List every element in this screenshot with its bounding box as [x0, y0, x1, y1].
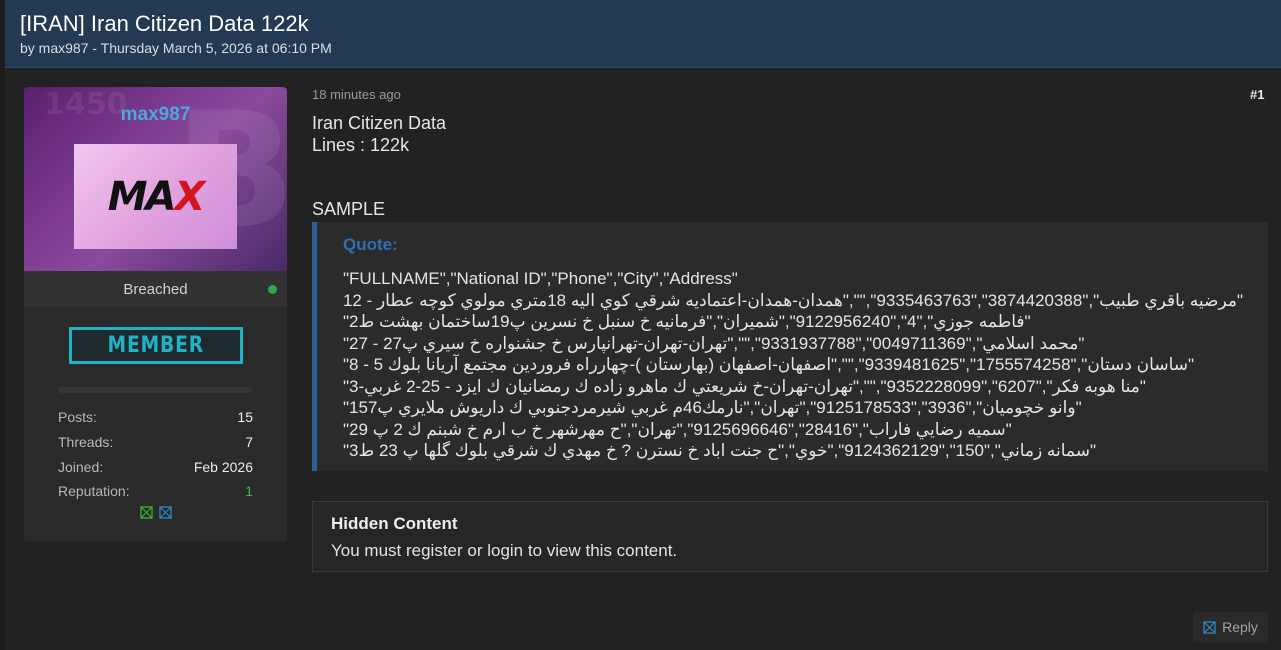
quote-lines: "FULLNAME","National ID","Phone","City",… — [343, 268, 1243, 462]
hidden-content-title: Hidden Content — [331, 514, 458, 533]
user-card: B 1450 max987 MAX Breached MEMBER Posts:… — [24, 87, 287, 542]
thread-title: [IRAN] Iran Citizen Data 122k — [20, 11, 309, 36]
quote-row: "محمد اسلامي","0049711369","9331937788",… — [343, 333, 1085, 353]
post-number[interactable]: #1 — [1250, 87, 1264, 102]
stat-row-posts: Posts: 15 — [58, 409, 253, 426]
stat-row-threads: Threads: 7 — [58, 434, 253, 451]
user-stats: Posts: 15 Threads: 7 Joined: Feb 2026 Re… — [58, 405, 253, 504]
user-contact-icons — [24, 506, 287, 519]
reply-icon — [1203, 620, 1216, 634]
quote-row: "مرضيه باقري طبيب","3874420388","9335463… — [343, 290, 1243, 310]
avatar-text: MAX — [107, 173, 206, 220]
quote-row: "فاطمه جوزي","4","9122956240","شميران","… — [343, 312, 1031, 331]
stat-row-joined: Joined: Feb 2026 — [58, 458, 253, 475]
post-text-line: Iran Citizen Data — [312, 113, 447, 133]
quote-row: "ساسان دستان","1755574258","9339481625",… — [343, 355, 1195, 374]
quote-block: Quote: "FULLNAME","National ID","Phone",… — [312, 222, 1268, 471]
stat-row-reputation: Reputation: 1 — [58, 483, 253, 500]
member-badge-label: MEMBER — [107, 333, 205, 358]
quote-header-line: "FULLNAME","National ID","Phone","City",… — [343, 269, 738, 288]
post-text-line: Lines : 122k — [312, 135, 410, 155]
reply-label: Reply — [1222, 619, 1258, 635]
stat-divider — [58, 387, 252, 393]
online-status-icon — [268, 285, 277, 294]
message-icon[interactable] — [139, 506, 153, 519]
hidden-content-text: You must register or login to view this … — [331, 541, 678, 560]
post-text-line: SAMPLE — [312, 199, 386, 219]
post-time[interactable]: 18 minutes ago — [312, 87, 401, 102]
quote-row: "منا هوبه فكر","6207","9352228099","","ت… — [343, 376, 1146, 396]
page-edge — [0, 0, 5, 650]
thread-header: [IRAN] Iran Citizen Data 122k by max987 … — [5, 0, 1281, 68]
hidden-content-box: Hidden Content You must register or logi… — [312, 501, 1268, 572]
user-role: Breached — [123, 281, 188, 298]
quote-label: Quote: — [343, 235, 398, 254]
thread-meta: by max987 - Thursday March 5, 2026 at 06… — [20, 40, 332, 56]
avatar[interactable]: MAX — [74, 144, 237, 249]
quote-row: "سميه رضايي فاراب","28416","9125696646",… — [343, 419, 1012, 439]
user-role-bar: Breached — [24, 271, 287, 307]
member-badge: MEMBER — [69, 327, 243, 364]
email-icon[interactable] — [158, 506, 172, 519]
quote-row: "سمانه زماني","150","9124362129","خوي","… — [343, 441, 1097, 460]
quote-row: "وانو خچوميان","3936","9125178533","تهرا… — [343, 398, 1082, 417]
reply-button[interactable]: Reply — [1193, 612, 1268, 642]
user-banner: B 1450 max987 MAX — [24, 87, 287, 271]
username-link[interactable]: max987 — [24, 104, 287, 126]
